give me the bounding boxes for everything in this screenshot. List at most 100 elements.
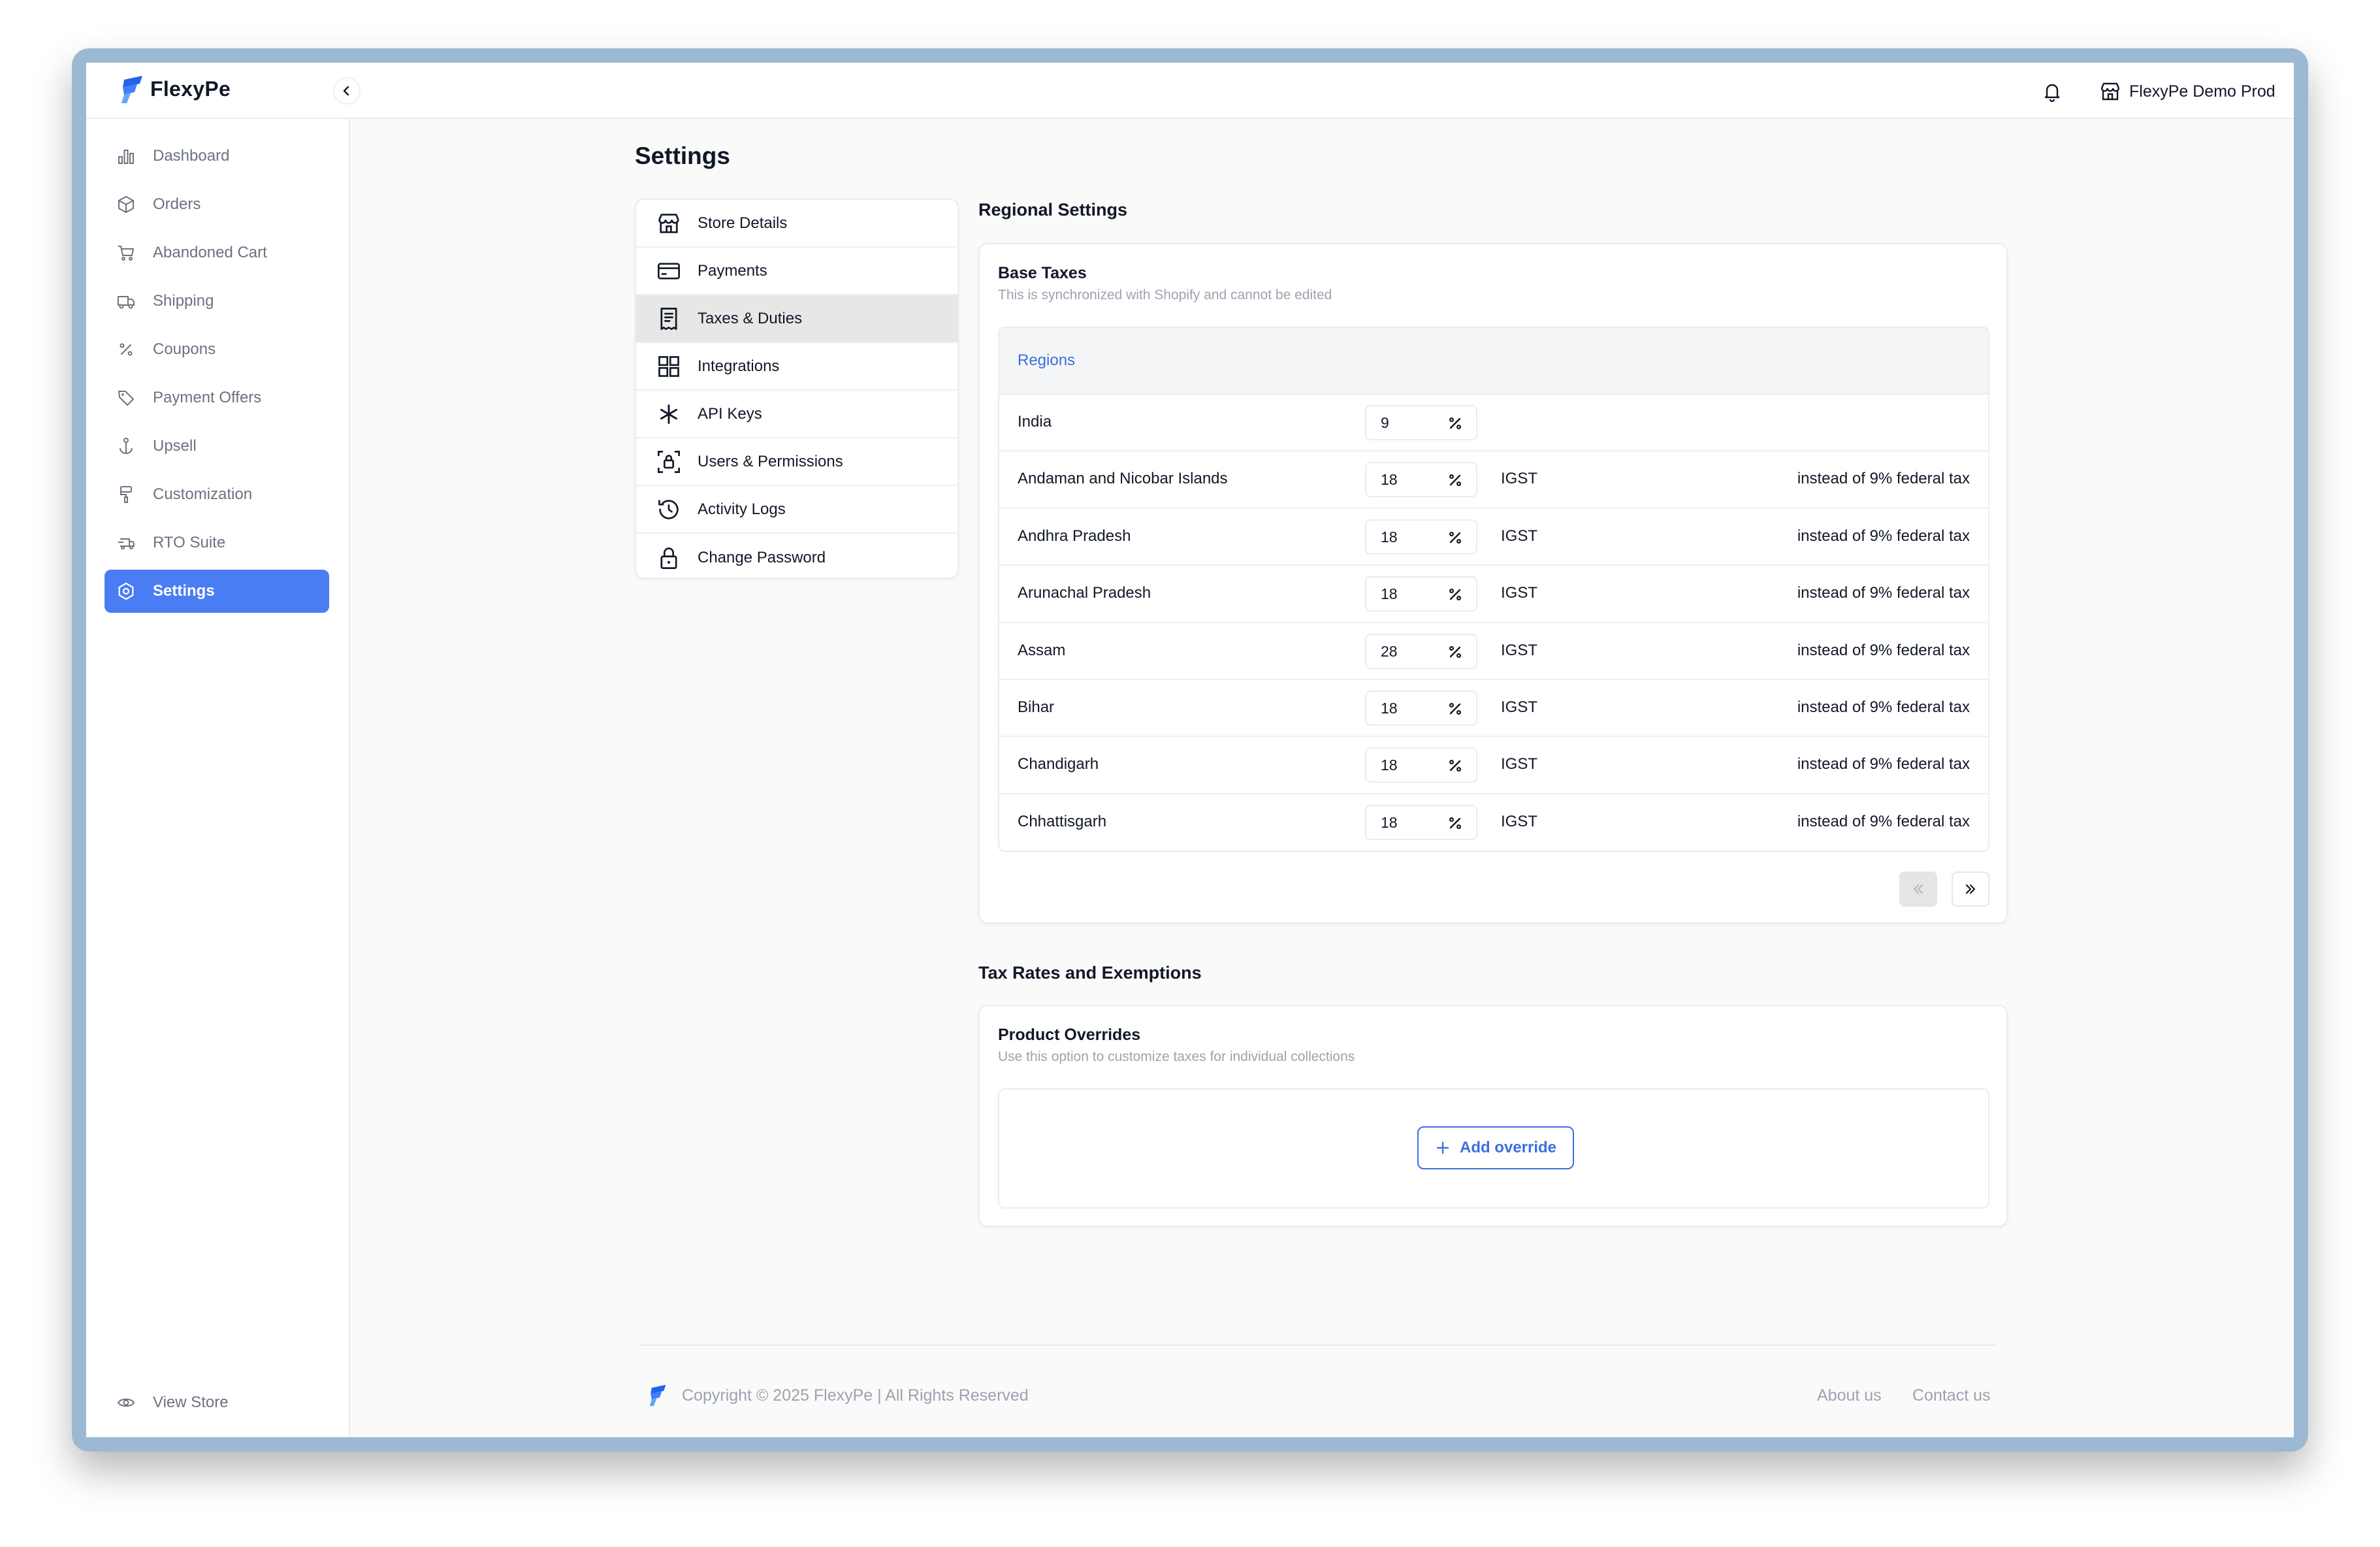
tax-rates-exemptions-title: Tax Rates and Exemptions xyxy=(978,963,1202,983)
collapse-sidebar-button[interactable] xyxy=(333,77,361,105)
plus-icon xyxy=(1436,1141,1449,1154)
tax-rate-value: 18 xyxy=(1381,471,1398,489)
sidebar-item-label: Payment Offers xyxy=(153,389,262,406)
tax-rate-value: 28 xyxy=(1381,642,1398,660)
menu-item-label: Store Details xyxy=(698,214,788,232)
lock-icon xyxy=(656,545,682,571)
base-taxes-card: Base Taxes This is synchronized with Sho… xyxy=(978,243,2008,924)
menu-item-label: API Keys xyxy=(698,404,762,423)
tax-note: instead of 9% federal tax xyxy=(1797,641,1970,659)
receipt-icon xyxy=(656,306,682,332)
tax-note: instead of 9% federal tax xyxy=(1797,755,1970,774)
sidebar-item-label: Upsell xyxy=(153,437,197,455)
menu-item-api-keys[interactable]: API Keys xyxy=(636,391,957,438)
sidebar-item-customization[interactable]: Customization xyxy=(105,473,329,516)
percent-icon xyxy=(1449,589,1462,601)
sidebar-item-orders[interactable]: Orders xyxy=(105,183,329,226)
percent-icon xyxy=(1449,817,1462,829)
tag-icon xyxy=(115,387,137,409)
table-row: Chhattisgarh 18 IGST instead of 9% feder… xyxy=(999,794,1988,851)
tax-rate-field: 18 xyxy=(1365,576,1477,612)
previous-page-button[interactable] xyxy=(1899,871,1937,907)
sidebar-item-label: Settings xyxy=(153,582,215,600)
tax-type: IGST xyxy=(1501,641,1538,659)
bell-icon[interactable] xyxy=(2039,78,2065,105)
view-store-label: View Store xyxy=(153,1393,229,1411)
region-name: Andhra Pradesh xyxy=(1018,527,1131,545)
sidebar-item-payment-offers[interactable]: Payment Offers xyxy=(105,376,329,419)
percent-icon xyxy=(1449,417,1462,430)
tax-rate-value: 9 xyxy=(1381,414,1389,431)
percent-icon xyxy=(115,338,137,361)
table-row: Arunachal Pradesh 18 IGST instead of 9% … xyxy=(999,566,1988,623)
settings-menu: Store Details Payments Taxes & Duties In… xyxy=(635,199,959,579)
menu-item-integrations[interactable]: Integrations xyxy=(636,343,957,391)
region-name: Chhattisgarh xyxy=(1018,812,1107,830)
tax-rate-field: 18 xyxy=(1365,462,1477,498)
flexype-logo-icon xyxy=(649,1384,666,1407)
tax-note: instead of 9% federal tax xyxy=(1797,470,1970,488)
tax-type: IGST xyxy=(1501,755,1538,774)
gear-icon xyxy=(115,580,137,602)
add-override-button[interactable]: Add override xyxy=(1417,1126,1574,1169)
anchor-icon xyxy=(115,435,137,457)
sidebar: Dashboard Orders Abandoned Cart Shipping… xyxy=(86,119,350,1437)
history-icon xyxy=(656,497,682,523)
region-name: Chandigarh xyxy=(1018,755,1099,774)
page-title: Settings xyxy=(635,142,730,169)
view-store-link[interactable]: View Store xyxy=(105,1381,329,1424)
tax-note: instead of 9% federal tax xyxy=(1797,584,1970,602)
brand-name: FlexyPe xyxy=(150,77,231,101)
menu-item-taxes-duties[interactable]: Taxes & Duties xyxy=(636,295,957,343)
overrides-area: Add override xyxy=(998,1088,1989,1209)
sidebar-item-dashboard[interactable]: Dashboard xyxy=(105,135,329,178)
sidebar-item-label: Abandoned Cart xyxy=(153,244,267,261)
sidebar-item-coupons[interactable]: Coupons xyxy=(105,328,329,371)
menu-item-activity-logs[interactable]: Activity Logs xyxy=(636,486,957,534)
eye-icon xyxy=(115,1392,137,1414)
product-overrides-title: Product Overrides xyxy=(998,1026,1141,1044)
tax-rate-field: 28 xyxy=(1365,633,1477,669)
menu-item-change-password[interactable]: Change Password xyxy=(636,534,957,578)
tax-note: instead of 9% federal tax xyxy=(1797,698,1970,716)
sidebar-item-abandoned-cart[interactable]: Abandoned Cart xyxy=(105,231,329,274)
contact-us-link[interactable]: Contact us xyxy=(1912,1386,1991,1405)
table-row: Andhra Pradesh 18 IGST instead of 9% fed… xyxy=(999,509,1988,566)
product-overrides-subtitle: Use this option to customize taxes for i… xyxy=(998,1049,1355,1064)
next-page-button[interactable] xyxy=(1952,871,1989,907)
regions-table-header: Regions xyxy=(999,328,1988,395)
tax-note: instead of 9% federal tax xyxy=(1797,812,1970,830)
regional-settings-title: Regional Settings xyxy=(978,200,1128,220)
store-selector[interactable]: FlexyPe Demo Prod xyxy=(2099,77,2275,106)
sidebar-item-shipping[interactable]: Shipping xyxy=(105,280,329,323)
tax-rate-value: 18 xyxy=(1381,813,1398,831)
menu-item-payments[interactable]: Payments xyxy=(636,248,957,295)
region-name: Arunachal Pradesh xyxy=(1018,584,1151,602)
tax-note: instead of 9% federal tax xyxy=(1797,527,1970,545)
credit-card-icon xyxy=(656,258,682,284)
regions-table: Regions India 9 Andaman and Nicobar Isla… xyxy=(998,327,1989,852)
sidebar-item-label: RTO Suite xyxy=(153,534,226,551)
table-row: Bihar 18 IGST instead of 9% federal tax xyxy=(999,680,1988,738)
copyright-text: Copyright © 2025 FlexyPe | All Rights Re… xyxy=(682,1386,1029,1405)
sidebar-item-label: Orders xyxy=(153,195,201,213)
table-row: Andaman and Nicobar Islands 18 IGST inst… xyxy=(999,451,1988,509)
table-row: Assam 28 IGST instead of 9% federal tax xyxy=(999,623,1988,680)
tax-type: IGST xyxy=(1501,812,1538,830)
sidebar-item-rto-suite[interactable]: RTO Suite xyxy=(105,521,329,564)
region-name: Bihar xyxy=(1018,698,1055,716)
top-bar: FlexyPe FlexyPe Demo Prod xyxy=(86,63,2294,119)
menu-item-store-details[interactable]: Store Details xyxy=(636,200,957,248)
sidebar-item-upsell[interactable]: Upsell xyxy=(105,425,329,468)
about-us-link[interactable]: About us xyxy=(1817,1386,1882,1405)
chevron-left-icon xyxy=(343,86,349,96)
cart-icon xyxy=(115,242,137,264)
sidebar-item-label: Shipping xyxy=(153,292,214,310)
menu-item-label: Payments xyxy=(698,261,767,280)
menu-item-users-permissions[interactable]: Users & Permissions xyxy=(636,438,957,486)
user-lock-icon xyxy=(656,449,682,475)
tax-rate-value: 18 xyxy=(1381,757,1398,774)
footer-divider xyxy=(640,1344,1996,1346)
sidebar-item-settings[interactable]: Settings xyxy=(105,570,329,613)
asterisk-icon xyxy=(656,401,682,427)
